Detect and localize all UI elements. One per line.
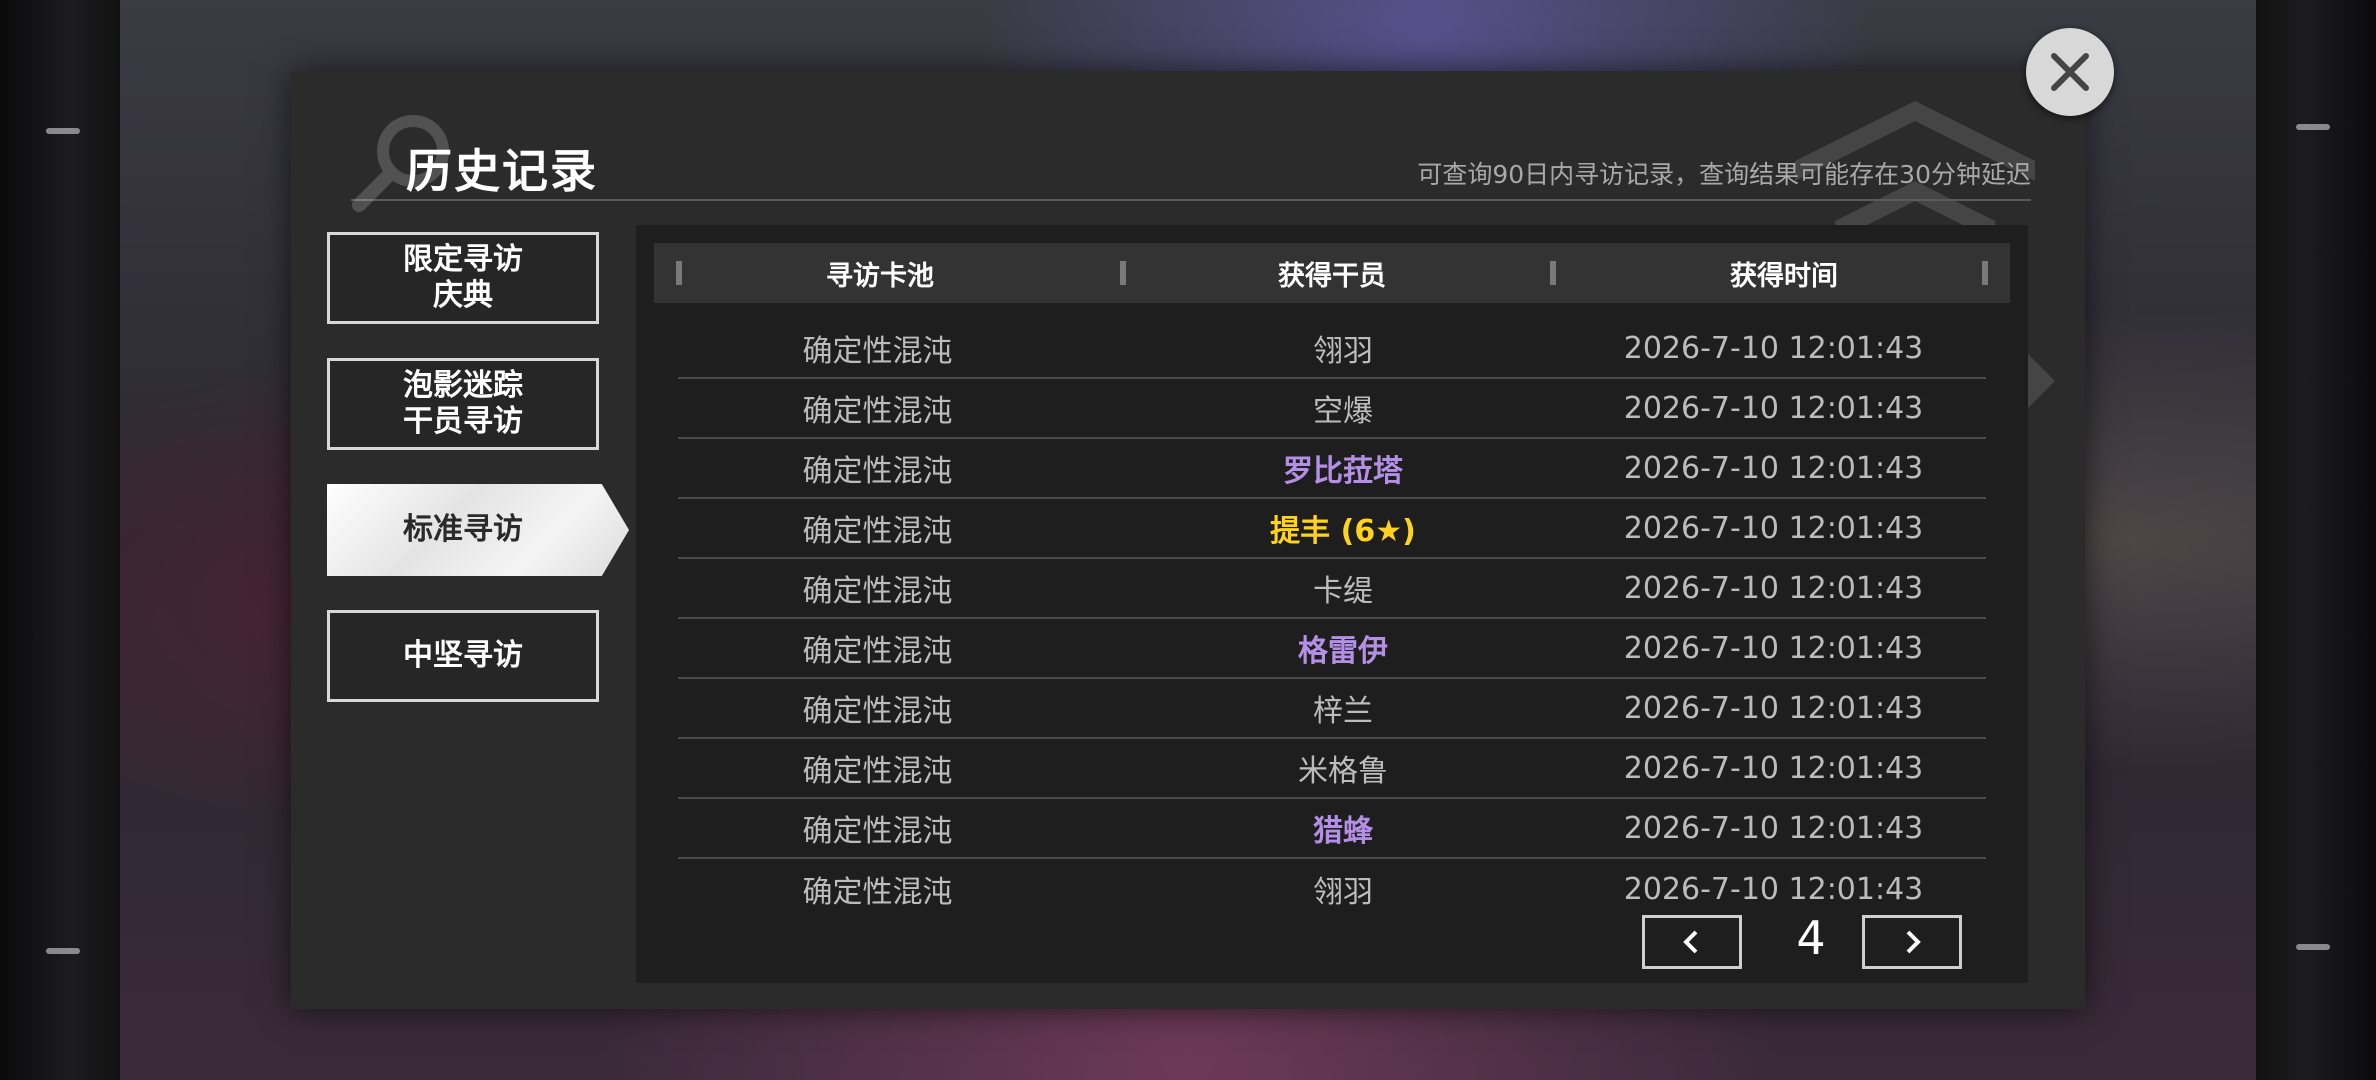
frame-tick: [2296, 124, 2330, 130]
operator-cell: 格雷伊: [1298, 634, 1388, 669]
pool-cell: 确定性混沌: [802, 394, 953, 429]
pool-cell: 确定性混沌: [802, 814, 953, 849]
header-operator: 获得干员: [1278, 260, 1386, 292]
time-cell: 2026-7-10 12:01:43: [1623, 630, 1924, 666]
pool-cell: 确定性混沌: [802, 754, 953, 789]
left-frame: [0, 0, 120, 1080]
time-cell: 2026-7-10 12:01:43: [1623, 690, 1924, 726]
operator-cell: 提丰 (6★): [1270, 514, 1416, 549]
time-cell: 2026-7-10 12:01:43: [1623, 750, 1924, 786]
dialog-title: 历史记录: [406, 144, 598, 198]
table-header: 寻访卡池 获得干员 获得时间: [654, 243, 2010, 303]
query-notice: 可查询90日内寻访记录，查询结果可能存在30分钟延迟: [1417, 160, 2031, 189]
operator-cell: 翎羽: [1313, 875, 1373, 910]
tab-core[interactable]: 中坚寻访: [327, 610, 599, 702]
pool-cell: 确定性混沌: [802, 875, 953, 910]
tab-bubble-operator[interactable]: 泡影迷踪 干员寻访: [327, 358, 599, 450]
table-row: 确定性混沌 翎羽 2026-7-10 12:01:43: [678, 859, 1986, 919]
tab-label: 中坚寻访: [403, 638, 523, 673]
table-row: 确定性混沌 罗比菈塔 2026-7-10 12:01:43: [678, 439, 1986, 499]
frame-tick: [2296, 944, 2330, 950]
table-row: 确定性混沌 梓兰 2026-7-10 12:01:43: [678, 679, 1986, 739]
operator-cell: 米格鲁: [1298, 754, 1388, 789]
operator-cell: 空爆: [1313, 394, 1373, 429]
close-button[interactable]: [2026, 28, 2114, 116]
operator-cell: 卡缇: [1313, 574, 1373, 609]
operator-cell: 梓兰: [1313, 694, 1373, 729]
time-cell: 2026-7-10 12:01:43: [1623, 871, 1924, 907]
time-cell: 2026-7-10 12:01:43: [1623, 810, 1924, 846]
tab-standard[interactable]: 标准寻访: [327, 484, 629, 576]
operator-cell: 翎羽: [1313, 334, 1373, 369]
time-cell: 2026-7-10 12:01:43: [1623, 510, 1924, 546]
operator-cell: 猎蜂: [1313, 814, 1373, 849]
history-table-panel: 寻访卡池 获得干员 获得时间 确定性混沌 翎羽 2026-7-10 12:01:43…: [636, 225, 2028, 983]
pool-cell: 确定性混沌: [802, 574, 953, 609]
table-row: 确定性混沌 米格鲁 2026-7-10 12:01:43: [678, 739, 1986, 799]
next-page-button[interactable]: [1862, 915, 1962, 969]
table-row: 确定性混沌 格雷伊 2026-7-10 12:01:43: [678, 619, 1986, 679]
pool-cell: 确定性混沌: [802, 514, 953, 549]
time-cell: 2026-7-10 12:01:43: [1623, 330, 1924, 366]
pool-cell: 确定性混沌: [802, 694, 953, 729]
table-row: 确定性混沌 空爆 2026-7-10 12:01:43: [678, 379, 1986, 439]
page-number: 4: [1796, 911, 1826, 965]
chevron-left-icon: [1683, 930, 1698, 954]
table-row: 确定性混沌 翎羽 2026-7-10 12:01:43: [678, 319, 1986, 379]
history-dialog: 历史记录 可查询90日内寻访记录，查询结果可能存在30分钟延迟 限定寻访 庆典 …: [291, 71, 2085, 1009]
pool-cell: 确定性混沌: [802, 334, 953, 369]
table-body: 确定性混沌 翎羽 2026-7-10 12:01:43 确定性混沌 空爆 2026-7-…: [678, 319, 1986, 919]
time-cell: 2026-7-10 12:01:43: [1623, 390, 1924, 426]
chevron-right-icon: [1906, 930, 1921, 954]
time-cell: 2026-7-10 12:01:43: [1623, 450, 1924, 486]
time-cell: 2026-7-10 12:01:43: [1623, 570, 1924, 606]
close-icon: [2051, 53, 2089, 91]
tab-label: 标准寻访: [403, 512, 523, 547]
tab-limited-celebration[interactable]: 限定寻访 庆典: [327, 232, 599, 324]
table-row: 确定性混沌 猎蜂 2026-7-10 12:01:43: [678, 799, 1986, 859]
tab-label: 限定寻访 庆典: [403, 242, 523, 313]
table-row: 确定性混沌 卡缇 2026-7-10 12:01:43: [678, 559, 1986, 619]
title-row: 历史记录 可查询90日内寻访记录，查询结果可能存在30分钟延迟: [351, 101, 2031, 212]
table-row: 确定性混沌 提丰 (6★) 2026-7-10 12:01:43: [678, 499, 1986, 559]
pool-cell: 确定性混沌: [802, 454, 953, 489]
tab-label: 泡影迷踪 干员寻访: [403, 368, 523, 439]
right-frame: [2256, 0, 2376, 1080]
operator-cell: 罗比菈塔: [1283, 454, 1403, 489]
pool-cell: 确定性混沌: [802, 634, 953, 669]
frame-tick: [46, 948, 80, 954]
prev-page-button[interactable]: [1642, 915, 1742, 969]
frame-tick: [46, 128, 80, 134]
header-time: 获得时间: [1730, 260, 1838, 292]
header-pool: 寻访卡池: [826, 260, 934, 292]
